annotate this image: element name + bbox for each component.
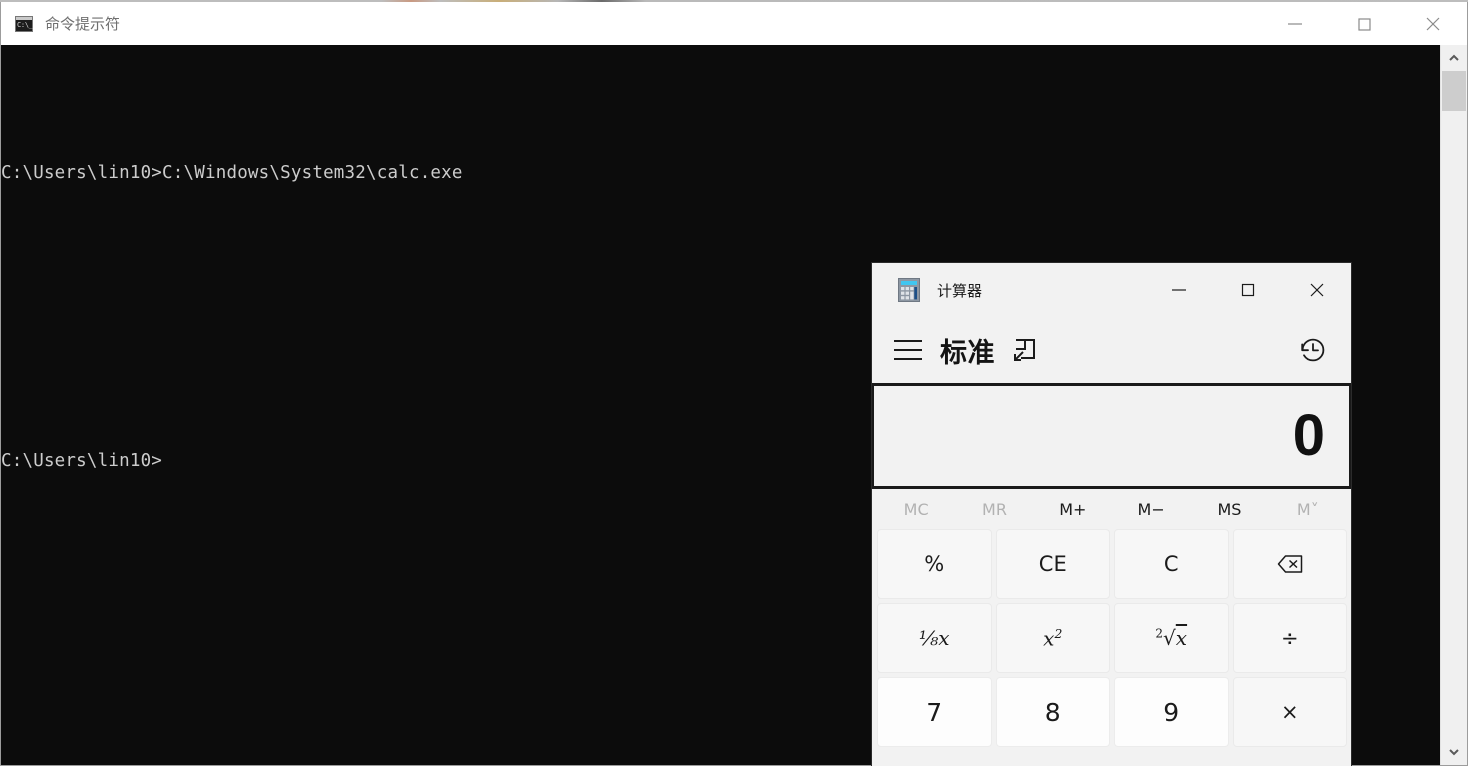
digit-8-button[interactable]: 8 bbox=[995, 677, 1110, 747]
calculator-header: 标准 bbox=[872, 317, 1351, 383]
maximize-icon[interactable] bbox=[1213, 263, 1282, 317]
calculator-titlebar[interactable]: 计算器 bbox=[872, 263, 1351, 317]
minimize-icon[interactable] bbox=[1260, 2, 1329, 45]
memory-store-button[interactable]: MS bbox=[1190, 492, 1268, 526]
screen: 命令提示符 C:\Users\lin10>C:\Windows\System32… bbox=[0, 0, 1468, 766]
chevron-down-icon[interactable] bbox=[1441, 739, 1467, 765]
history-clock-icon[interactable] bbox=[1297, 334, 1329, 366]
close-icon[interactable] bbox=[1398, 2, 1467, 45]
memory-add-button[interactable]: M+ bbox=[1034, 492, 1112, 526]
memory-recall-button[interactable]: MR bbox=[955, 492, 1033, 526]
square-root-button[interactable]: 2√x bbox=[1114, 603, 1229, 673]
calculator-keypad: MC MR M+ M− MS M˅ % CE C ⅛x x2 2√x ÷ 7 8… bbox=[872, 489, 1351, 766]
backspace-button[interactable] bbox=[1232, 529, 1347, 599]
chevron-up-icon[interactable] bbox=[1441, 45, 1467, 71]
keypad-row: % CE C bbox=[877, 529, 1347, 599]
square-root-label: 2√x bbox=[1155, 626, 1188, 650]
scrollbar-thumb[interactable] bbox=[1442, 71, 1466, 111]
command-prompt-title: 命令提示符 bbox=[45, 15, 121, 33]
display-value: 0 bbox=[1292, 403, 1325, 468]
memory-clear-button[interactable]: MC bbox=[877, 492, 955, 526]
close-icon[interactable] bbox=[1282, 263, 1351, 317]
square-label: x2 bbox=[1043, 625, 1063, 651]
maximize-icon[interactable] bbox=[1329, 2, 1398, 45]
minimize-icon[interactable] bbox=[1144, 263, 1213, 317]
reciprocal-button[interactable]: ⅛x bbox=[877, 603, 992, 673]
backspace-icon bbox=[1277, 555, 1302, 573]
command-prompt-titlebar[interactable]: 命令提示符 bbox=[1, 2, 1467, 45]
calculator-title: 计算器 bbox=[937, 281, 983, 300]
keep-on-top-icon[interactable] bbox=[1011, 336, 1039, 364]
hamburger-icon[interactable] bbox=[894, 333, 924, 367]
reciprocal-label: ⅛x bbox=[918, 626, 950, 650]
digit-9-button[interactable]: 9 bbox=[1114, 677, 1229, 747]
calculator-mode-label: 标准 bbox=[940, 337, 995, 369]
console-scrollbar[interactable] bbox=[1440, 45, 1467, 765]
command-prompt-window-controls bbox=[1260, 2, 1467, 45]
digit-7-button[interactable]: 7 bbox=[877, 677, 992, 747]
square-button[interactable]: x2 bbox=[995, 603, 1110, 673]
keypad-row: ⅛x x2 2√x ÷ bbox=[877, 603, 1347, 673]
memory-subtract-button[interactable]: M− bbox=[1112, 492, 1190, 526]
scrollbar-track[interactable] bbox=[1441, 71, 1467, 739]
calculator-window: 计算器 标准 0 MC MR M+ M− MS M˅ % CE C ⅛x x2 … bbox=[871, 262, 1352, 766]
calculator-display: 0 bbox=[872, 383, 1351, 489]
memory-row: MC MR M+ M− MS M˅ bbox=[877, 489, 1347, 529]
keypad-row: 7 8 9 × bbox=[877, 677, 1347, 747]
calculator-window-controls bbox=[1144, 263, 1351, 317]
console-icon bbox=[15, 15, 33, 32]
calculator-app-icon bbox=[898, 278, 920, 302]
memory-list-button[interactable]: M˅ bbox=[1269, 492, 1347, 526]
clear-entry-button[interactable]: CE bbox=[995, 529, 1110, 599]
divide-button[interactable]: ÷ bbox=[1232, 603, 1347, 673]
console-line: C:\Users\lin10>C:\Windows\System32\calc.… bbox=[1, 163, 463, 183]
clear-button[interactable]: C bbox=[1114, 529, 1229, 599]
percent-button[interactable]: % bbox=[877, 529, 992, 599]
multiply-button[interactable]: × bbox=[1232, 677, 1347, 747]
